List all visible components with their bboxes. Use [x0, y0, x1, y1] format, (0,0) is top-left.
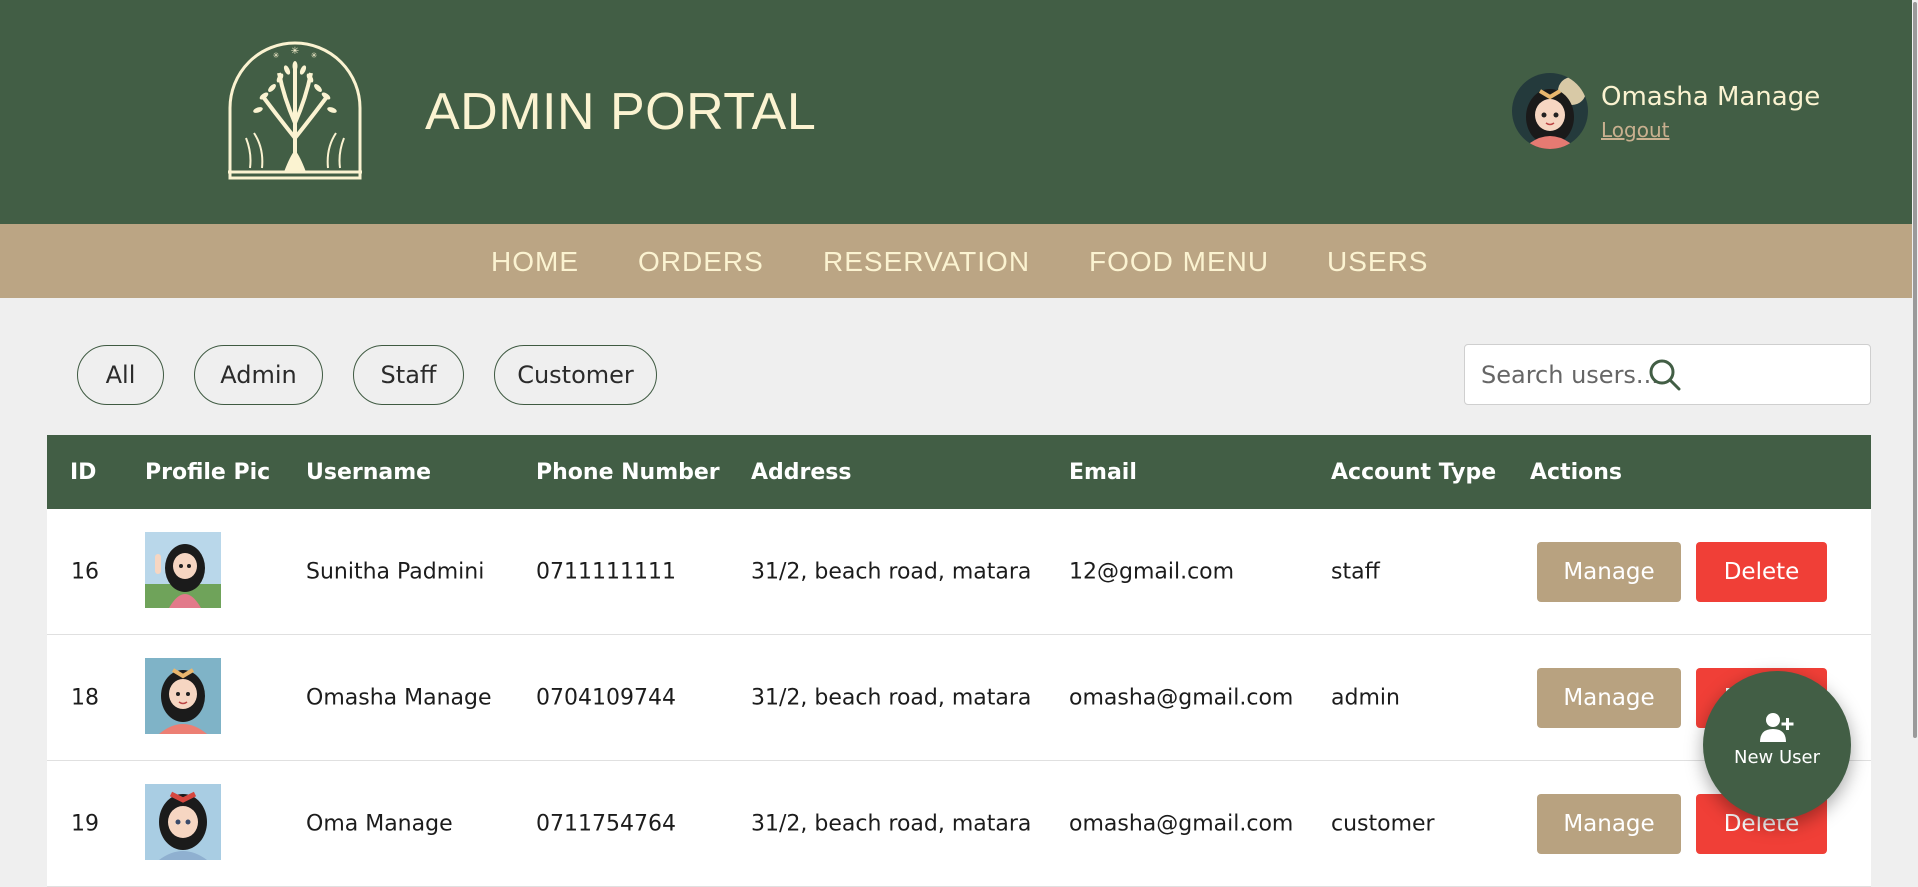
table-header: ID Profile Pic Username Phone Number Add…: [47, 435, 1871, 509]
avatar[interactable]: [1512, 73, 1588, 149]
nav-item-home[interactable]: HOME: [491, 246, 579, 278]
nav-item-food-menu[interactable]: FOOD MENU: [1089, 246, 1269, 278]
cell-email: omasha@gmail.com: [1069, 811, 1294, 836]
profile-pic: [145, 658, 221, 734]
manage-button[interactable]: Manage: [1537, 542, 1681, 602]
cell-address: 31/2, beach road, matara: [751, 559, 1032, 584]
filter-customer-button[interactable]: Customer: [494, 345, 657, 405]
main-nav: HOME ORDERS RESERVATION FOOD MENU USERS: [0, 224, 1918, 298]
user-avatar-icon: [1512, 73, 1588, 149]
svg-text:✳: ✳: [291, 46, 299, 57]
cell-phone: 0704109744: [536, 685, 676, 710]
cell-email: omasha@gmail.com: [1069, 685, 1294, 710]
logout-link[interactable]: Logout: [1601, 118, 1669, 142]
search-icon[interactable]: [1647, 357, 1683, 393]
profile-picture-icon: [145, 532, 221, 608]
cell-account-type: admin: [1331, 685, 1400, 710]
cell-email: 12@gmail.com: [1069, 559, 1235, 584]
add-user-icon: [1760, 713, 1794, 742]
table-row: 16 Sunitha Padmini 0711111111 31/2, beac…: [47, 509, 1871, 635]
column-header-username: Username: [306, 460, 432, 485]
column-header-email: Email: [1069, 460, 1137, 485]
nav-item-orders[interactable]: ORDERS: [638, 246, 764, 278]
delete-button[interactable]: Delete: [1696, 542, 1827, 602]
cell-account-type: staff: [1331, 559, 1380, 584]
cell-id: 18: [71, 685, 99, 710]
nav-item-users[interactable]: USERS: [1327, 246, 1428, 278]
profile-pic: [145, 784, 221, 860]
nav-item-reservation[interactable]: RESERVATION: [823, 246, 1030, 278]
column-header-actions: Actions: [1530, 460, 1622, 485]
new-user-label: New User: [1733, 747, 1820, 768]
cell-username: Oma Manage: [306, 811, 453, 836]
svg-text:✳: ✳: [273, 51, 280, 60]
cell-username: Omasha Manage: [306, 685, 492, 710]
cell-address: 31/2, beach road, matara: [751, 685, 1032, 710]
cell-address: 31/2, beach road, matara: [751, 811, 1032, 836]
table-row: 18 Omasha Manage 0704109744 31/2, beach …: [47, 635, 1871, 761]
column-header-account-type: Account Type: [1331, 460, 1497, 485]
filter-admin-button[interactable]: Admin: [194, 345, 323, 405]
scrollbar-thumb[interactable]: [1913, 2, 1917, 738]
cell-id: 19: [71, 811, 99, 836]
cell-phone: 0711754764: [536, 811, 676, 836]
search-input[interactable]: [1479, 359, 1799, 391]
filter-all-button[interactable]: All: [77, 345, 164, 405]
header: ✳ ✳ ✳ ADMIN PORTAL Omasha Manage Logout: [0, 0, 1918, 224]
user-name: Omasha Manage: [1601, 82, 1821, 112]
tree-logo-icon: ✳ ✳ ✳: [228, 41, 362, 180]
column-header-address: Address: [751, 460, 852, 485]
profile-picture-icon: [145, 658, 221, 734]
cell-account-type: customer: [1331, 811, 1435, 836]
column-header-profile-pic: Profile Pic: [145, 460, 271, 485]
cell-id: 16: [71, 559, 99, 584]
table-row: 19 Oma Manage 0711754764 31/2, beach roa…: [47, 761, 1871, 887]
profile-pic: [145, 532, 221, 608]
column-header-phone: Phone Number: [536, 460, 720, 485]
manage-button[interactable]: Manage: [1537, 794, 1681, 854]
column-header-id: ID: [70, 460, 97, 485]
profile-picture-icon: [145, 784, 221, 860]
new-user-button[interactable]: New User: [1703, 671, 1851, 819]
filter-staff-button[interactable]: Staff: [353, 345, 464, 405]
svg-text:✳: ✳: [311, 51, 318, 60]
manage-button[interactable]: Manage: [1537, 668, 1681, 728]
cell-username: Sunitha Padmini: [306, 559, 485, 584]
cell-phone: 0711111111: [536, 559, 676, 584]
page-title: ADMIN PORTAL: [425, 83, 817, 141]
